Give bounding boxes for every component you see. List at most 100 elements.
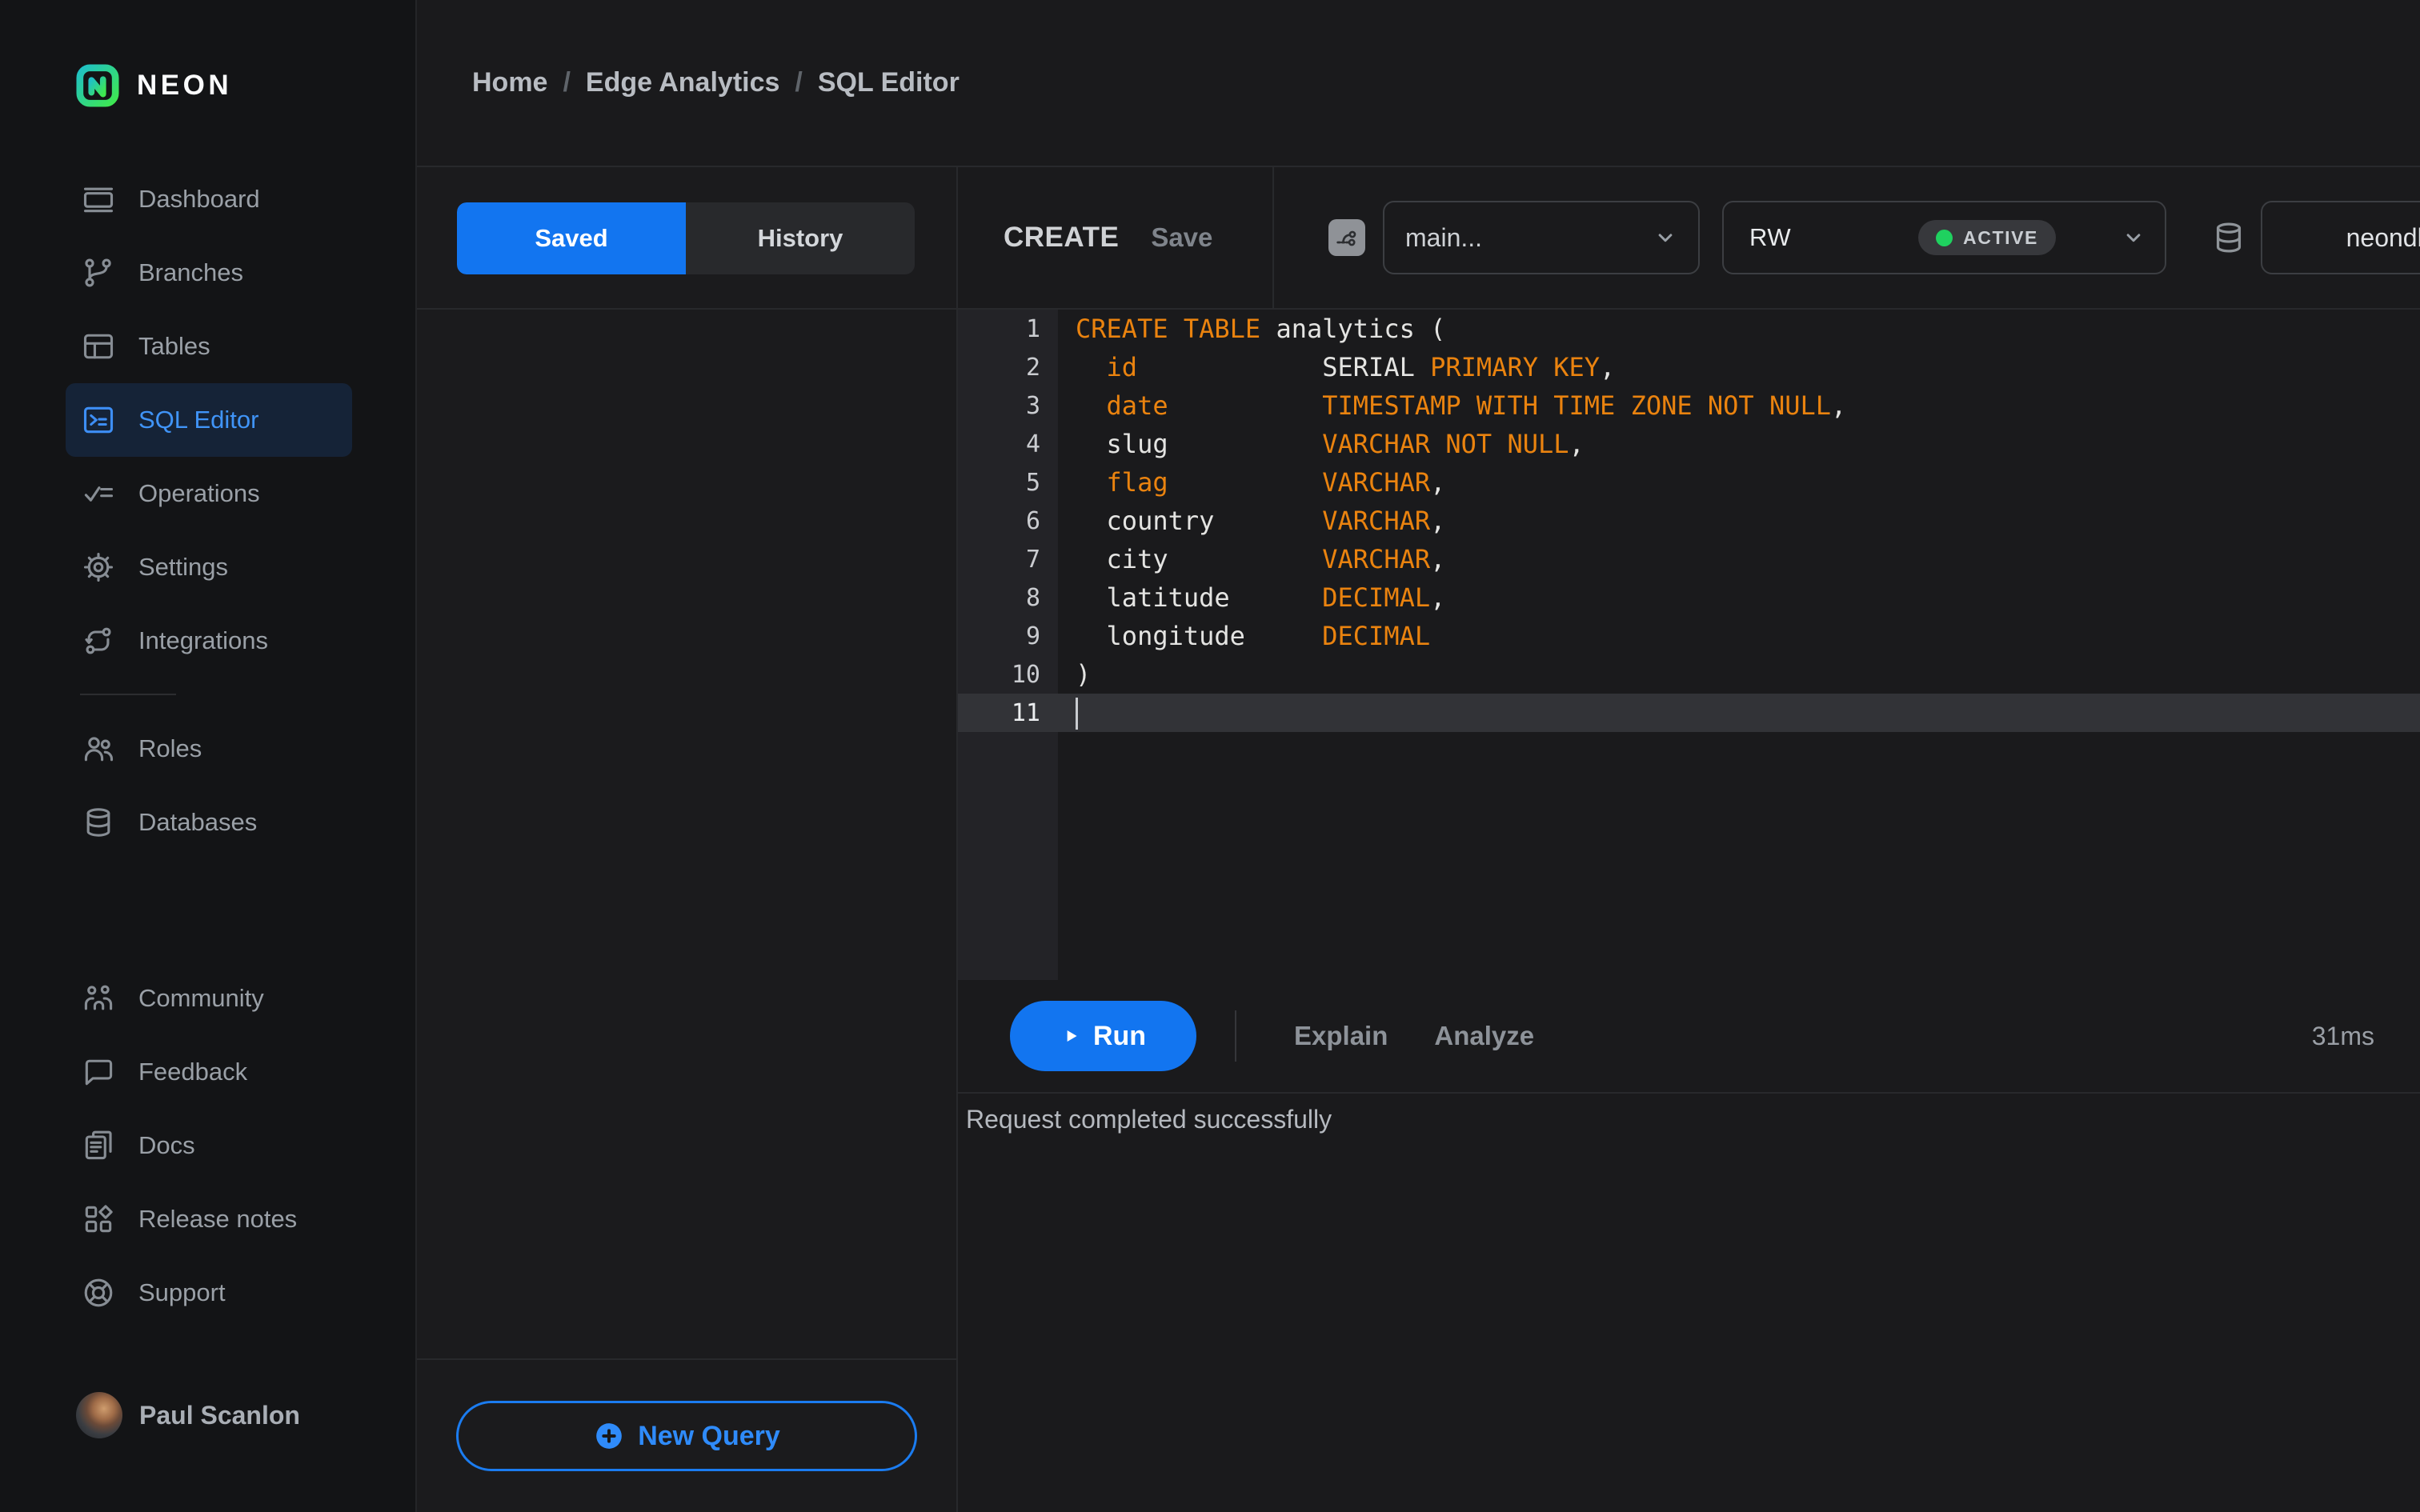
line-number: 5 [1025, 468, 1040, 497]
breadcrumb-separator: / [795, 67, 803, 98]
support-icon [80, 1274, 117, 1311]
code-line-6[interactable]: 6 country VARCHAR, [958, 502, 2420, 540]
sidebar-item-branches[interactable]: Branches [66, 236, 352, 310]
query-tab-bar: CREATE Save [958, 167, 1274, 308]
sidebar-item-sql-editor[interactable]: SQL Editor [66, 383, 352, 457]
active-status-dot [1936, 229, 1953, 246]
play-icon [1067, 1030, 1077, 1042]
sql-editor-icon [80, 402, 117, 438]
code-line-8[interactable]: 8 latitude DECIMAL, [958, 578, 2420, 617]
main-area: Home / Edge Analytics / SQL Editor Saved His… [417, 0, 2420, 1512]
breadcrumb-edge-analytics[interactable]: Edge Analytics [586, 67, 779, 98]
saved-queries-panel: Saved History New Query [417, 167, 958, 1512]
code-line-1[interactable]: 1 CREATE TABLE analytics ( [958, 310, 2420, 348]
query-tab-title[interactable]: CREATE [1004, 222, 1119, 254]
sidebar-item-integrations[interactable]: Integrations [66, 604, 352, 678]
settings-icon [80, 549, 117, 586]
user-name: Paul Scanlon [139, 1400, 300, 1430]
database-select[interactable]: neondb [2261, 201, 2420, 274]
neon-logo: NEON [0, 0, 415, 162]
line-number: 4 [1025, 430, 1040, 458]
breadcrumb-separator: / [563, 67, 571, 98]
neon-logo-icon [76, 63, 119, 107]
line-number: 10 [1011, 660, 1040, 689]
sidebar-item-community[interactable]: Community [66, 962, 352, 1035]
community-icon [80, 980, 117, 1017]
branch-icon [1336, 230, 1356, 246]
saved-tabs-row: Saved History [417, 167, 956, 310]
explain-button[interactable]: Explain [1294, 1021, 1388, 1051]
roles-icon [80, 730, 117, 767]
docs-icon [80, 1127, 117, 1164]
breadcrumb-sql-editor[interactable]: SQL Editor [818, 67, 960, 98]
text-cursor [1076, 697, 1078, 730]
tables-icon [80, 328, 117, 365]
breadcrumb-home[interactable]: Home [472, 67, 547, 98]
branches-icon [80, 254, 117, 291]
neon-console: NEON Dashboard Branches Tables SQL Editor Op… [0, 0, 2420, 1512]
sidebar-item-databases[interactable]: Databases [66, 786, 352, 859]
status-badge: ACTIVE [1918, 220, 2056, 255]
line-number: 2 [1025, 353, 1040, 382]
user-menu[interactable]: Paul Scanlon [0, 1378, 415, 1452]
code-editor[interactable]: 1 CREATE TABLE analytics (2 id SERIAL PRI… [958, 310, 2420, 980]
sidebar-item-support[interactable]: Support [66, 1256, 352, 1330]
saved-queries-list[interactable] [417, 310, 956, 1358]
sidebar: NEON Dashboard Branches Tables SQL Editor Op… [0, 0, 417, 1512]
sidebar-nav-main: Dashboard Branches Tables SQL Editor Operati… [0, 162, 415, 678]
tab-saved[interactable]: Saved [457, 202, 686, 274]
dashboard-icon [80, 181, 117, 218]
saved-panel-footer: New Query [417, 1358, 956, 1512]
sidebar-divider [80, 694, 176, 695]
line-number: 3 [1025, 391, 1040, 420]
editor-toolbar: CREATE Save main... RW ACTIVE neond [958, 167, 2420, 310]
sidebar-item-settings[interactable]: Settings [66, 530, 352, 604]
line-number: 6 [1025, 506, 1040, 535]
avatar [76, 1392, 122, 1438]
content: Saved History New Query CREATE Save main… [417, 167, 2420, 1512]
line-number: 7 [1025, 545, 1040, 574]
chevron-down-icon [2122, 226, 2146, 250]
code-line-3[interactable]: 3 date TIMESTAMP WITH TIME ZONE NOT NULL… [958, 386, 2420, 425]
line-number: 11 [1011, 698, 1040, 727]
release-notes-icon [80, 1201, 117, 1238]
query-duration: 31ms [2311, 1021, 2374, 1050]
code-line-11[interactable]: 11 [958, 694, 2420, 732]
save-button[interactable]: Save [1151, 222, 1212, 253]
sidebar-item-operations[interactable]: Operations [66, 457, 352, 530]
compute-select[interactable]: RW ACTIVE [1722, 201, 2166, 274]
code-line-7[interactable]: 7 city VARCHAR, [958, 540, 2420, 578]
code-line-5[interactable]: 5 flag VARCHAR, [958, 463, 2420, 502]
sidebar-item-tables[interactable]: Tables [66, 310, 352, 383]
tab-history[interactable]: History [686, 202, 915, 274]
code-line-10[interactable]: 10) [958, 655, 2420, 694]
run-bar-divider [1235, 1010, 1236, 1062]
results-panel: Request completed successfully [958, 1092, 2420, 1512]
sidebar-nav-secondary: Roles Databases [0, 712, 415, 859]
saved-history-toggle: Saved History [457, 202, 915, 274]
sidebar-item-roles[interactable]: Roles [66, 712, 352, 786]
branch-chip-button[interactable] [1328, 219, 1365, 256]
code-line-9[interactable]: 9 longitude DECIMAL [958, 617, 2420, 655]
line-number: 1 [1025, 314, 1040, 343]
sidebar-item-docs[interactable]: Docs [66, 1109, 352, 1182]
sql-editor-pane: CREATE Save main... RW ACTIVE neond 1 CR… [958, 167, 2420, 1512]
feedback-icon [80, 1054, 117, 1090]
code-line-2[interactable]: 2 id SERIAL PRIMARY KEY, [958, 348, 2420, 386]
branch-select[interactable]: main... [1383, 201, 1700, 274]
sidebar-item-dashboard[interactable]: Dashboard [66, 162, 352, 236]
line-number: 8 [1025, 583, 1040, 612]
run-bar: Run Explain Analyze 31ms [958, 980, 2420, 1092]
run-button[interactable]: Run [1010, 1001, 1196, 1071]
databases-icon [80, 804, 117, 841]
new-query-button[interactable]: New Query [456, 1401, 917, 1471]
code-line-4[interactable]: 4 slug VARCHAR NOT NULL, [958, 425, 2420, 463]
sidebar-nav-footer: Community Feedback Docs Release notes Suppor… [0, 962, 415, 1330]
line-number: 9 [1025, 622, 1040, 650]
chevron-down-icon [1653, 226, 1677, 250]
sidebar-item-release-notes[interactable]: Release notes [66, 1182, 352, 1256]
analyze-button[interactable]: Analyze [1434, 1021, 1534, 1051]
database-icon [2210, 219, 2247, 256]
breadcrumb: Home / Edge Analytics / SQL Editor [417, 0, 2420, 167]
sidebar-item-feedback[interactable]: Feedback [66, 1035, 352, 1109]
